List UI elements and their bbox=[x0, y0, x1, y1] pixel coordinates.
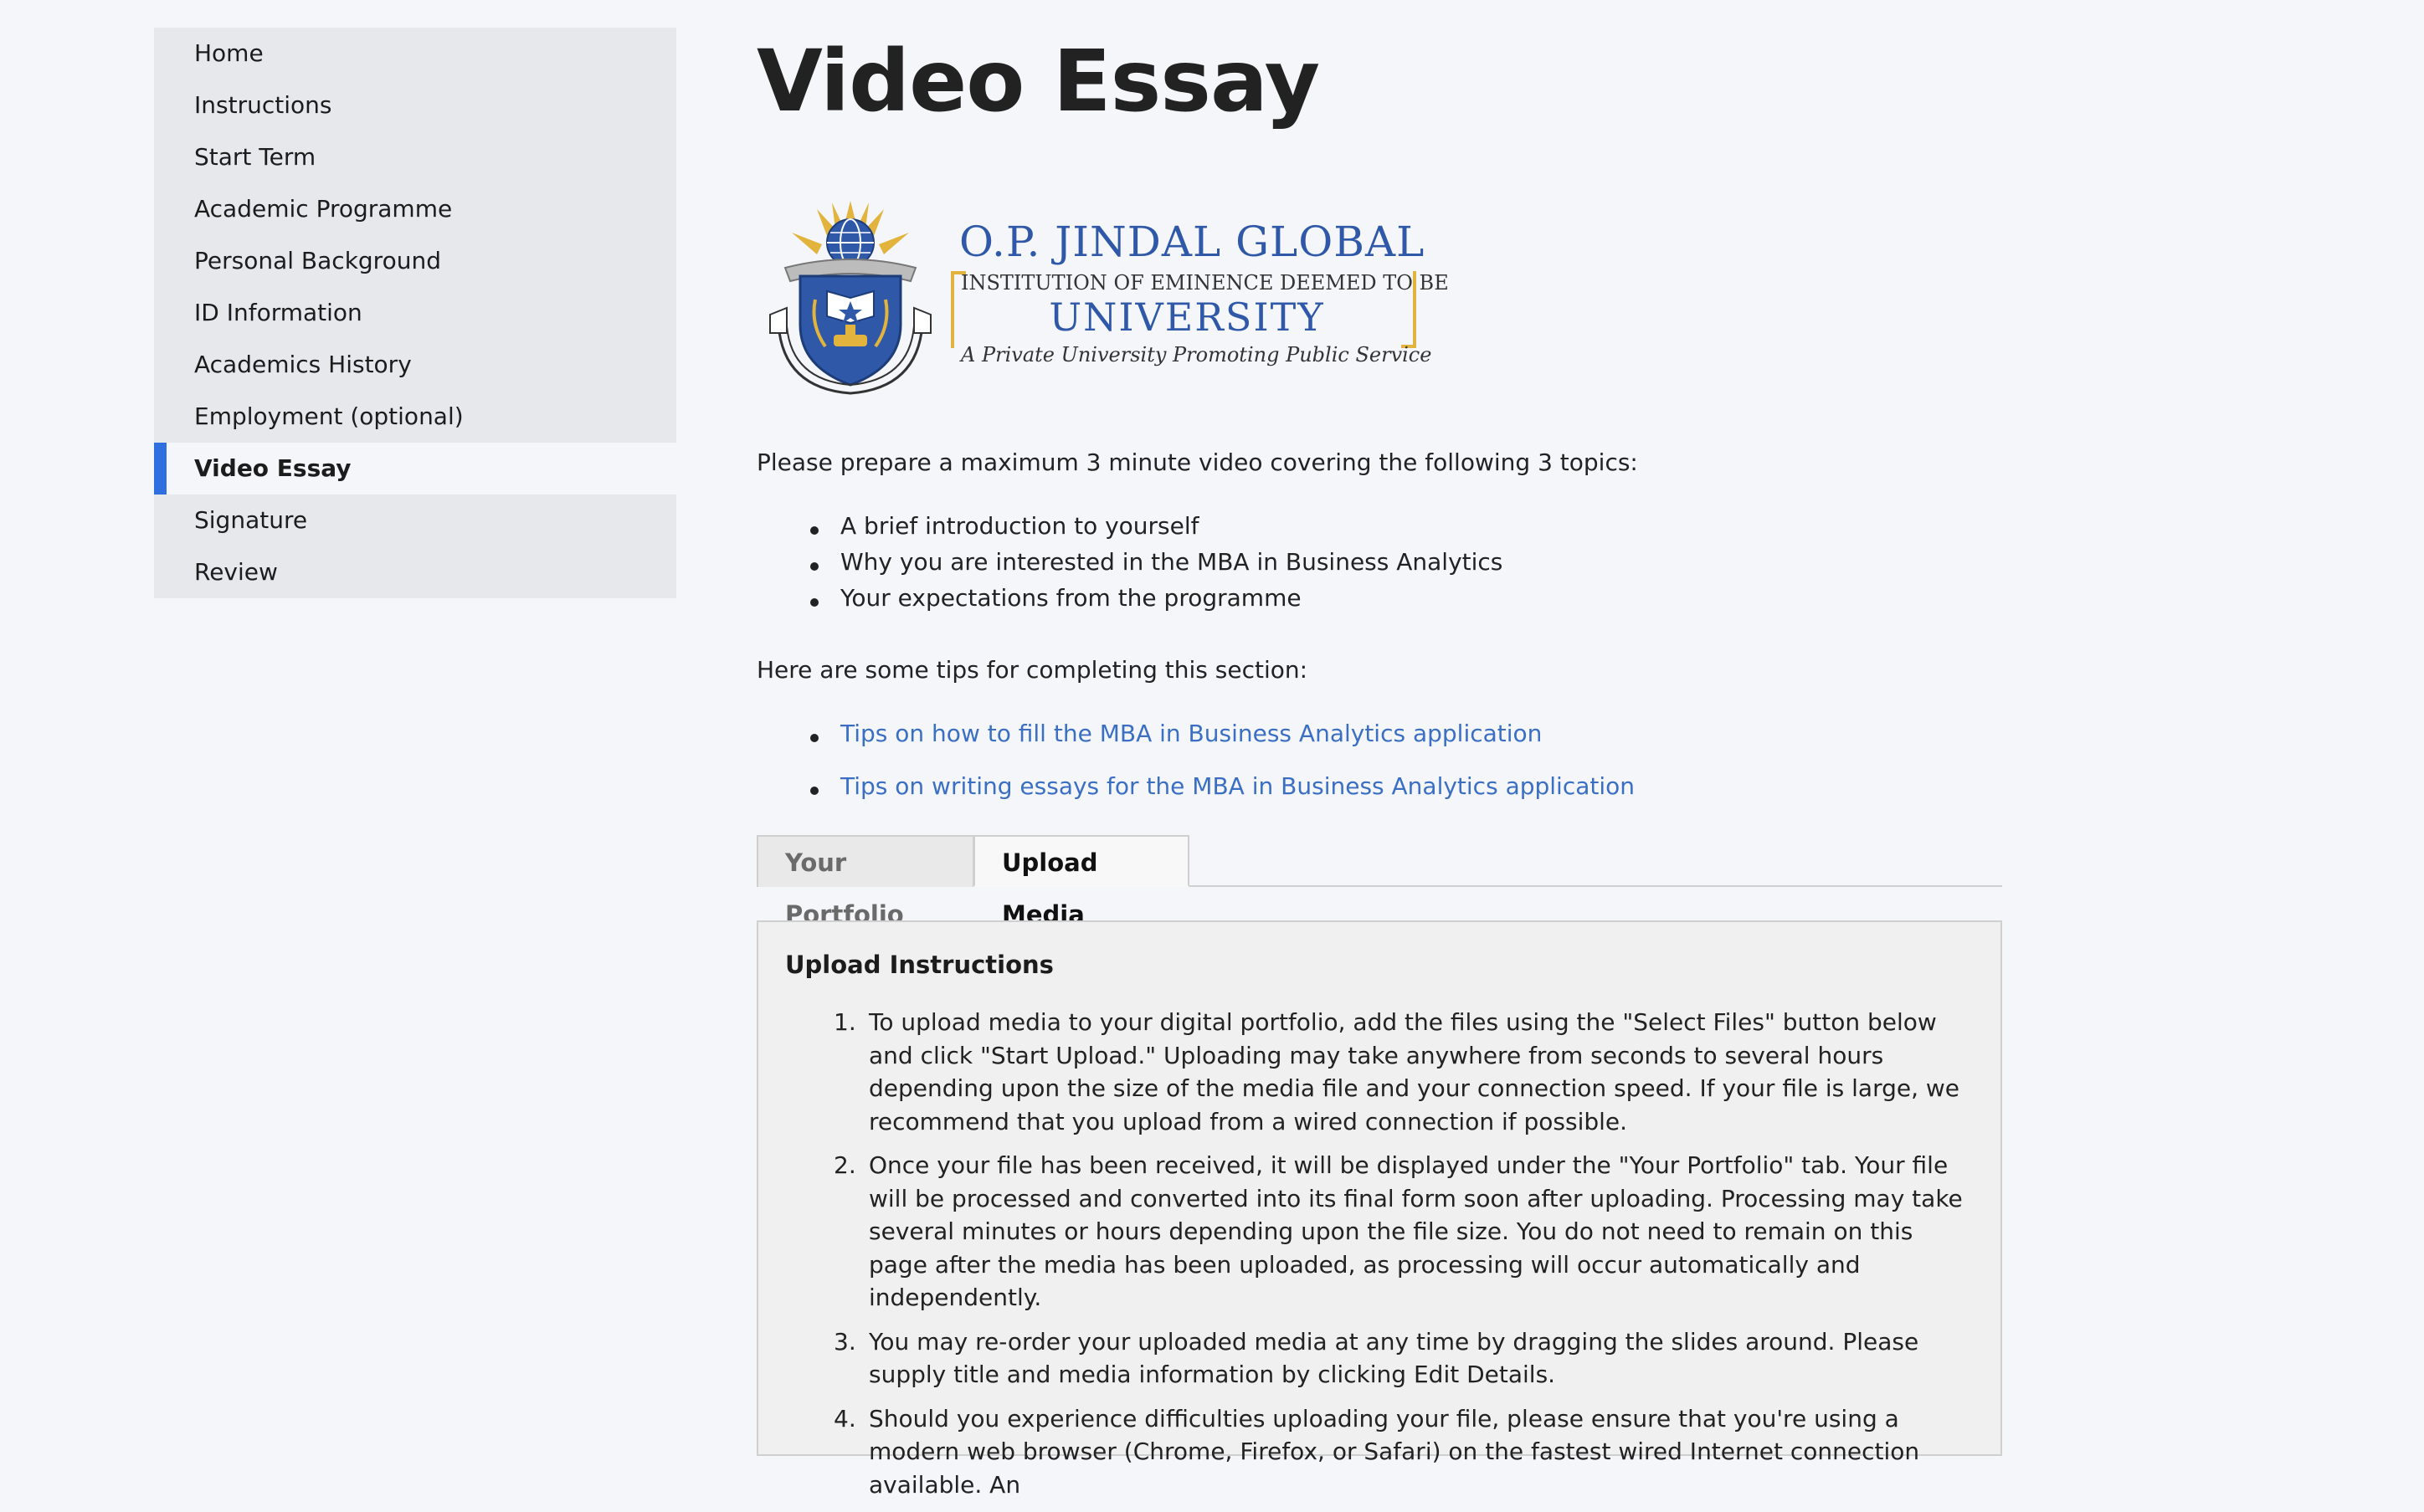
sidebar-item-start-term[interactable]: Start Term bbox=[154, 131, 676, 183]
list-item: 1. To upload media to your digital portf… bbox=[834, 1006, 1974, 1138]
sidebar-nav: Home Instructions Start Term Academic Pr… bbox=[154, 28, 676, 598]
tips-fill-application-link[interactable]: Tips on how to fill the MBA in Business … bbox=[840, 720, 1542, 747]
tips-links-list: Tips on how to fill the MBA in Business … bbox=[809, 720, 1635, 800]
logo-line-university: UNIVERSITY bbox=[1049, 295, 1325, 340]
page-title: Video Essay bbox=[757, 32, 1320, 131]
sidebar-item-review[interactable]: Review bbox=[154, 546, 676, 598]
list-item: Tips on writing essays for the MBA in Bu… bbox=[809, 772, 1635, 800]
list-item: 4. Should you experience difficulties up… bbox=[834, 1402, 1974, 1502]
tab-your-portfolio[interactable]: Your Portfolio bbox=[757, 835, 974, 929]
logo-university-name: O.P. JINDAL GLOBAL bbox=[959, 218, 1425, 266]
upload-instructions-title: Upload Instructions bbox=[785, 951, 1054, 979]
university-seal-icon bbox=[769, 201, 932, 395]
step-number: 1. bbox=[834, 1008, 856, 1036]
list-item: Tips on how to fill the MBA in Business … bbox=[809, 720, 1635, 747]
step-number: 3. bbox=[834, 1327, 856, 1356]
sidebar-item-home[interactable]: Home bbox=[154, 28, 676, 79]
sidebar-item-instructions[interactable]: Instructions bbox=[154, 79, 676, 131]
list-item: Your expectations from the programme bbox=[809, 584, 1502, 612]
sidebar-item-academic-programme[interactable]: Academic Programme bbox=[154, 183, 676, 235]
sidebar-item-personal-background[interactable]: Personal Background bbox=[154, 235, 676, 287]
university-logo: O.P. JINDAL GLOBAL INSTITUTION OF EMINEN… bbox=[767, 199, 1449, 397]
tab-upload-media[interactable]: Upload Media bbox=[973, 835, 1189, 929]
tips-writing-essays-link[interactable]: Tips on writing essays for the MBA in Bu… bbox=[840, 772, 1635, 800]
sidebar-item-video-essay[interactable]: Video Essay bbox=[154, 443, 676, 495]
list-item: 3. You may re-order your uploaded media … bbox=[834, 1325, 1974, 1392]
step-text: You may re-order your uploaded media at … bbox=[869, 1327, 1919, 1389]
step-number: 2. bbox=[834, 1151, 856, 1179]
topics-list: A brief introduction to yourself Why you… bbox=[809, 512, 1503, 612]
sidebar-item-id-information[interactable]: ID Information bbox=[154, 287, 676, 339]
upload-instructions-panel: Upload Instructions 1. To upload media t… bbox=[757, 920, 2002, 1499]
step-text: Once your file has been received, it wil… bbox=[869, 1151, 1963, 1311]
list-item: A brief introduction to yourself bbox=[809, 512, 1502, 540]
logo-tagline: A Private University Promoting Public Se… bbox=[961, 343, 1432, 366]
portfolio-tabs: Your Portfolio Upload Media bbox=[757, 835, 2002, 929]
sidebar-item-employment[interactable]: Employment (optional) bbox=[154, 391, 676, 443]
sidebar-item-signature[interactable]: Signature bbox=[154, 495, 676, 546]
list-item: 2. Once your file has been received, it … bbox=[834, 1149, 1974, 1315]
logo-line-eminence: INSTITUTION OF EMINENCE DEEMED TO BE bbox=[961, 271, 1449, 295]
step-text: To upload media to your digital portfoli… bbox=[869, 1008, 1960, 1135]
list-item: Why you are interested in the MBA in Bus… bbox=[809, 548, 1503, 576]
tips-intro-text: Here are some tips for completing this s… bbox=[757, 656, 1308, 684]
video-intro-text: Please prepare a maximum 3 minute video … bbox=[757, 448, 1638, 476]
step-number: 4. bbox=[834, 1404, 856, 1433]
step-text: Should you experience difficulties uploa… bbox=[869, 1404, 1920, 1499]
upload-steps-list: 1. To upload media to your digital portf… bbox=[834, 1006, 1974, 1512]
sidebar-item-academics-history[interactable]: Academics History bbox=[154, 339, 676, 391]
